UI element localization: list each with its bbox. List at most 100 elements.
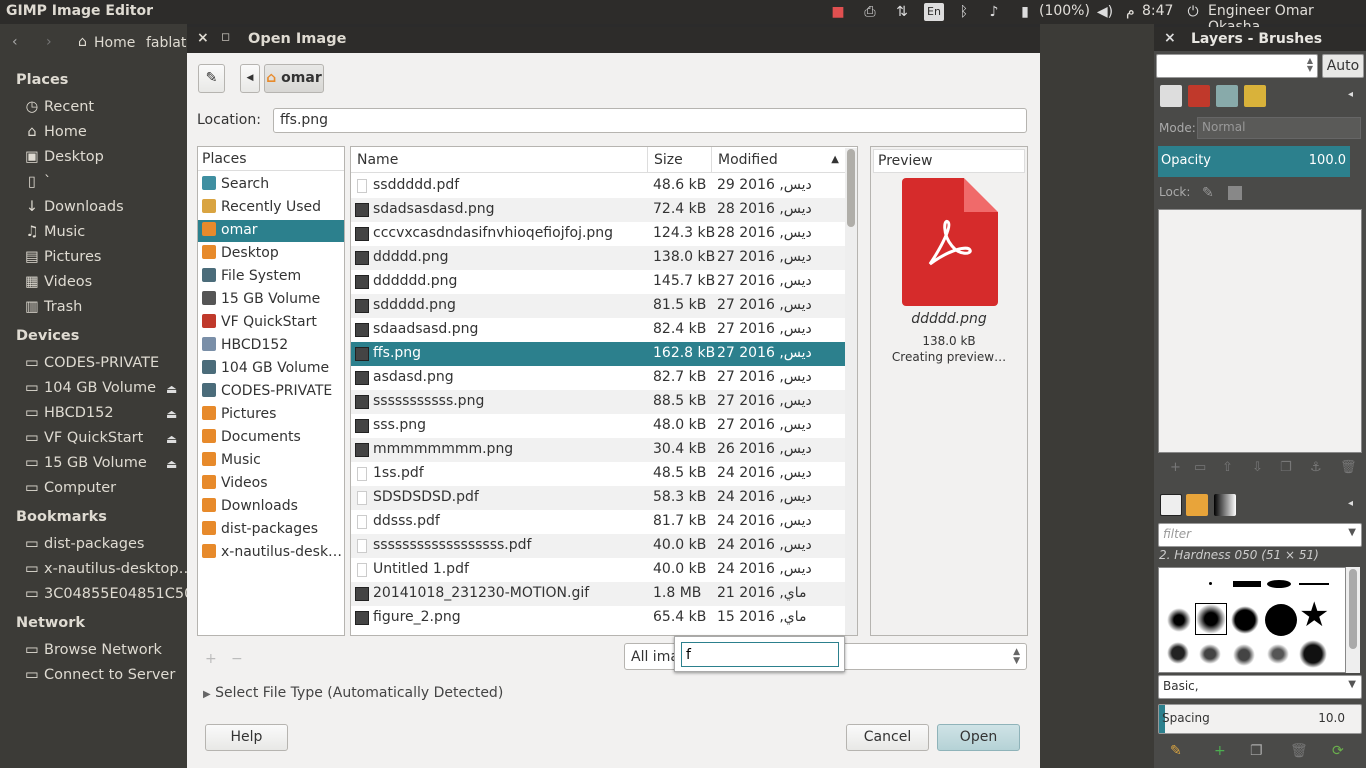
file-row[interactable]: sssssssssss.png 88.5 kB 27 ديس, 2016: [351, 390, 845, 414]
spacing-slider[interactable]: Spacing 10.0: [1158, 704, 1362, 734]
brush-filter-input[interactable]: filter ▼: [1158, 523, 1362, 547]
file-row[interactable]: SDSDSDSD.pdf 58.3 kB 24 ديس, 2016: [351, 486, 845, 510]
file-row[interactable]: ddsss.pdf 81.7 kB 24 ديس, 2016: [351, 510, 845, 534]
places-item[interactable]: Recently Used: [198, 197, 344, 219]
tab-menu-icon[interactable]: ◂: [1348, 89, 1353, 100]
sidebar-item[interactable]: ↓ Downloads: [24, 199, 124, 215]
sidebar-item[interactable]: ▭ Browse Network: [24, 642, 162, 658]
keyboard-layout-indicator[interactable]: En: [924, 3, 944, 21]
brush-item[interactable]: [1231, 606, 1259, 634]
lower-layer-icon[interactable]: ⇩: [1252, 460, 1263, 475]
power-icon[interactable]: ⏻: [1184, 3, 1202, 21]
open-button[interactable]: Open: [937, 724, 1020, 751]
file-row[interactable]: mmmmmmmm.png 30.4 kB 26 ديس, 2016: [351, 438, 845, 462]
duplicate-layer-icon[interactable]: ❐: [1280, 460, 1292, 475]
brush-item[interactable]: [1233, 581, 1261, 587]
sidebar-item[interactable]: ▭ dist-packages: [24, 536, 144, 552]
edit-brush-icon[interactable]: ✎: [1170, 743, 1182, 759]
places-item[interactable]: File System: [198, 266, 344, 288]
forward-icon[interactable]: ›: [46, 34, 52, 50]
breadcrumb-next[interactable]: fablat: [146, 35, 186, 51]
brush-item[interactable]: [1167, 608, 1191, 632]
sidebar-item[interactable]: ▭ VF QuickStart: [24, 430, 143, 446]
file-type-expander[interactable]: ▶ Select File Type (Automatically Detect…: [203, 685, 503, 701]
patterns-tab-icon[interactable]: [1186, 494, 1208, 516]
sidebar-item[interactable]: ▭ CODES-PRIVATE: [24, 355, 159, 371]
file-row[interactable]: sdaadsasd.png 82.4 kB 27 ديس, 2016: [351, 318, 845, 342]
file-row[interactable]: sdadsasdasd.png 72.4 kB 28 ديس, 2016: [351, 198, 845, 222]
undo-history-tab-icon[interactable]: [1244, 85, 1266, 107]
add-bookmark-icon[interactable]: +: [205, 651, 217, 667]
column-modified[interactable]: Modified ▲: [712, 147, 845, 173]
sidebar-item[interactable]: ▭ Connect to Server: [24, 667, 175, 683]
places-item[interactable]: HBCD152: [198, 335, 344, 357]
new-layer-icon[interactable]: +: [1170, 460, 1181, 475]
eject-icon[interactable]: ⏏: [166, 457, 177, 471]
auto-button[interactable]: Auto: [1322, 54, 1364, 78]
delete-brush-icon[interactable]: 🗑: [1290, 743, 1308, 759]
sidebar-item[interactable]: ▭ x-nautilus-desktop…: [24, 561, 193, 577]
file-row[interactable]: 1ss.pdf 48.5 kB 24 ديس, 2016: [351, 462, 845, 486]
sidebar-item[interactable]: ▦ Videos: [24, 274, 92, 290]
paths-tab-icon[interactable]: [1216, 85, 1238, 107]
places-item[interactable]: Music: [198, 450, 344, 472]
duplicate-brush-icon[interactable]: ❐: [1250, 743, 1263, 759]
brush-item[interactable]: [1299, 583, 1329, 585]
file-row[interactable]: ssddddd.pdf 48.6 kB 29 ديس, 2016: [351, 174, 845, 198]
places-item[interactable]: Search: [198, 174, 344, 196]
printer-icon[interactable]: ⎙: [861, 3, 879, 21]
layers-list[interactable]: [1158, 209, 1362, 453]
typeahead-input[interactable]: [681, 642, 839, 667]
places-item[interactable]: dist-packages: [198, 519, 344, 541]
sidebar-item[interactable]: ▭ 3C04855E04851C50: [24, 586, 193, 602]
file-row[interactable]: Untitled 1.pdf 40.0 kB 24 ديس, 2016: [351, 558, 845, 582]
refresh-icon[interactable]: ⟳: [1332, 743, 1344, 759]
network-icon[interactable]: ⇅: [893, 3, 911, 21]
sidebar-item[interactable]: ♫ Music: [24, 224, 86, 240]
volume-icon[interactable]: ◀): [1096, 3, 1114, 21]
breadcrumb-home[interactable]: Home: [94, 35, 135, 51]
column-name[interactable]: Name: [351, 147, 648, 173]
help-button[interactable]: Help: [205, 724, 288, 751]
file-row[interactable]: ffs.png 162.8 kB 27 ديس, 2016: [351, 342, 845, 366]
layer-group-icon[interactable]: ▭: [1194, 460, 1206, 475]
brush-item[interactable]: [1199, 644, 1221, 664]
places-item[interactable]: 104 GB Volume: [198, 358, 344, 380]
places-item[interactable]: VF QuickStart: [198, 312, 344, 334]
places-item[interactable]: Videos: [198, 473, 344, 495]
location-input[interactable]: ffs.png: [273, 108, 1027, 133]
mode-select[interactable]: Normal: [1197, 117, 1361, 139]
close-icon[interactable]: ×: [1164, 30, 1176, 46]
remove-bookmark-icon[interactable]: −: [231, 651, 243, 667]
sidebar-item[interactable]: ▭ 104 GB Volume: [24, 380, 156, 396]
scrollbar-thumb[interactable]: [847, 149, 855, 227]
file-row[interactable]: 20141018_231230-MOTION.gif 1.8 MB 21 ماي, …: [351, 582, 845, 606]
sidebar-item[interactable]: ▯ `: [24, 174, 51, 190]
sidebar-item[interactable]: ▤ Pictures: [24, 249, 101, 265]
opacity-slider[interactable]: Opacity 100.0: [1158, 146, 1350, 177]
sidebar-item[interactable]: ▥ Trash: [24, 299, 82, 315]
bell-icon[interactable]: ♪: [985, 3, 1003, 21]
sidebar-item[interactable]: ▭ 15 GB Volume: [24, 455, 147, 471]
brush-item[interactable]: [1299, 640, 1327, 668]
battery-icon[interactable]: ▮: [1016, 3, 1034, 21]
image-selector[interactable]: ▲ ▼: [1156, 54, 1318, 78]
file-row[interactable]: ssssssssssssssssss.pdf 40.0 kB 24 ديس, 201…: [351, 534, 845, 558]
brush-grid[interactable]: ★: [1158, 567, 1346, 673]
file-row[interactable]: sddddd.png 81.5 kB 27 ديس, 2016: [351, 294, 845, 318]
eject-icon[interactable]: ⏏: [166, 382, 177, 396]
file-row[interactable]: asdasd.png 82.7 kB 27 ديس, 2016: [351, 366, 845, 390]
column-size[interactable]: Size: [648, 147, 712, 173]
brush-item[interactable]: [1209, 582, 1212, 585]
sidebar-item[interactable]: ▭ Computer: [24, 480, 116, 496]
lock-pixels-icon[interactable]: ✎: [1202, 185, 1214, 201]
clock[interactable]: 8:47: [1142, 3, 1173, 19]
brush-item[interactable]: [1267, 644, 1289, 664]
places-item[interactable]: omar: [198, 220, 344, 242]
brush-tag-combo[interactable]: Basic, ▼: [1158, 675, 1362, 699]
close-icon[interactable]: ×: [197, 30, 209, 46]
sidebar-item[interactable]: ▭ HBCD152: [24, 405, 113, 421]
new-brush-icon[interactable]: +: [1214, 743, 1226, 759]
sidebar-item[interactable]: ◷ Recent: [24, 99, 94, 115]
eject-icon[interactable]: ⏏: [166, 407, 177, 421]
